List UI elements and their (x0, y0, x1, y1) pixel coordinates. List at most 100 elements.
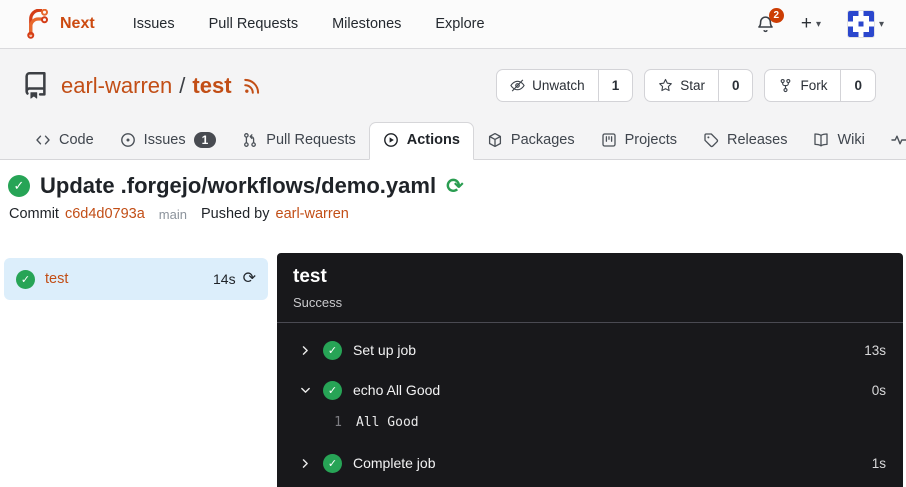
commit-line: Commit c6d4d0793a main Pushed by earl-wa… (9, 206, 906, 222)
branch-label: main (159, 207, 187, 222)
job-name: test (45, 271, 68, 287)
step-duration: 1s (872, 456, 886, 471)
user-menu[interactable]: ▾ (847, 10, 884, 38)
chevron-right-icon (299, 457, 312, 470)
job-duration: 14s (213, 271, 236, 287)
tag-icon (703, 132, 719, 148)
rerun-icon[interactable]: ⟳ (446, 176, 464, 197)
step-name: Complete job (353, 455, 436, 471)
nav-milestones[interactable]: Milestones (318, 8, 415, 40)
brand-label[interactable]: Next (60, 15, 95, 33)
pusher-link[interactable]: earl-warren (276, 206, 349, 222)
tab-packages[interactable]: Packages (474, 123, 588, 159)
refresh-icon[interactable]: ⟳ (243, 271, 256, 287)
log-line-text: All Good (356, 415, 419, 430)
forgejo-logo (22, 9, 52, 39)
nav-explore[interactable]: Explore (421, 8, 498, 40)
step-success-check-icon: ✓ (323, 341, 342, 360)
job-detail-name: test (293, 266, 887, 288)
code-icon (35, 132, 51, 148)
unwatch-button[interactable]: Unwatch (497, 70, 598, 101)
pull-request-icon (242, 132, 258, 148)
step-success-check-icon: ✓ (323, 381, 342, 400)
tab-code[interactable]: Code (22, 123, 107, 159)
tab-label: Actions (407, 132, 460, 148)
fork-button[interactable]: Fork (765, 70, 840, 101)
notifications-button[interactable]: 2 (756, 15, 775, 34)
rss-icon[interactable] (243, 77, 261, 95)
nav-pull-requests[interactable]: Pull Requests (195, 8, 312, 40)
avatar (847, 10, 875, 38)
chevron-right-icon (299, 344, 312, 357)
step-name: Set up job (353, 342, 416, 358)
issues-count-badge: 1 (194, 132, 217, 148)
job-success-check-icon: ✓ (16, 270, 35, 289)
tab-wiki[interactable]: Wiki (800, 123, 877, 159)
star-label: Star (680, 78, 705, 93)
run-title-row: ✓ Update .forgejo/workflows/demo.yaml ⟳ (8, 173, 906, 199)
job-list-item-test[interactable]: ✓ test 14s ⟳ (4, 258, 268, 300)
package-icon (487, 132, 503, 148)
create-new-menu[interactable]: + ▾ (801, 13, 821, 35)
plus-icon: + (801, 13, 812, 35)
breadcrumb-separator: / (179, 73, 185, 99)
job-steps: ✓ Set up job 13s ✓ echo All Good 0s 1 Al… (277, 323, 903, 483)
job-status: Success (293, 295, 887, 310)
step-setup-job[interactable]: ✓ Set up job 13s (277, 330, 903, 370)
step-success-check-icon: ✓ (323, 454, 342, 473)
tab-label: Wiki (837, 132, 864, 148)
forks-count[interactable]: 0 (840, 70, 875, 101)
fork-label: Fork (800, 78, 827, 93)
commit-label: Commit (9, 206, 59, 222)
repo-tabs: Code Issues 1 Pull Requests (0, 119, 906, 160)
tab-actions[interactable]: Actions (369, 122, 474, 160)
repo-header: earl-warren / test Unwatch 1 (0, 49, 906, 160)
step-complete-job[interactable]: ✓ Complete job 1s (277, 443, 903, 483)
actions-run-view: ✓ Update .forgejo/workflows/demo.yaml ⟳ … (0, 173, 906, 487)
unwatch-label: Unwatch (532, 78, 585, 93)
pushed-by-label: Pushed by (201, 206, 270, 222)
chevron-down-icon: ▾ (816, 19, 821, 30)
breadcrumb: earl-warren / test (61, 73, 261, 99)
top-navbar: Next Issues Pull Requests Milestones Exp… (0, 0, 906, 49)
project-icon (601, 132, 617, 148)
job-log-panel: test Success ✓ Set up job 13s ✓ (277, 253, 903, 487)
tab-label: Projects (625, 132, 677, 148)
tab-releases[interactable]: Releases (690, 123, 800, 159)
issue-icon (120, 132, 136, 148)
success-check-icon: ✓ (8, 175, 30, 197)
job-log-header: test Success (277, 253, 903, 323)
jobs-sidebar: ✓ test 14s ⟳ (0, 253, 277, 487)
step-duration: 13s (864, 343, 886, 358)
eye-slash-icon (510, 78, 525, 93)
log-line: 1 All Good (277, 410, 903, 434)
tab-issues[interactable]: Issues 1 (107, 123, 230, 159)
repo-icon (22, 72, 49, 99)
repo-name-link[interactable]: test (192, 73, 231, 99)
step-duration: 0s (872, 383, 886, 398)
tab-activity[interactable]: Activity (878, 123, 906, 159)
repo-owner-link[interactable]: earl-warren (61, 73, 172, 99)
watchers-count[interactable]: 1 (598, 70, 633, 101)
stars-count[interactable]: 0 (718, 70, 753, 101)
home-link[interactable]: Next (22, 9, 95, 39)
star-icon (658, 78, 673, 93)
tab-label: Issues (144, 132, 186, 148)
commit-sha-link[interactable]: c6d4d0793a (65, 206, 145, 222)
tab-pull-requests[interactable]: Pull Requests (229, 123, 368, 159)
chevron-down-icon: ▾ (879, 19, 884, 30)
wiki-book-icon (813, 132, 829, 148)
step-name: echo All Good (353, 382, 440, 398)
nav-issues[interactable]: Issues (119, 8, 189, 40)
play-circle-icon (383, 132, 399, 148)
fork-button-group: Fork 0 (764, 69, 876, 102)
star-button[interactable]: Star (645, 70, 718, 101)
tab-label: Releases (727, 132, 787, 148)
tab-projects[interactable]: Projects (588, 123, 690, 159)
activity-pulse-icon (891, 132, 906, 148)
tab-label: Pull Requests (266, 132, 355, 148)
tab-label: Packages (511, 132, 575, 148)
run-title: Update .forgejo/workflows/demo.yaml (40, 173, 436, 199)
step-echo-all-good[interactable]: ✓ echo All Good 0s (277, 370, 903, 410)
watch-button-group: Unwatch 1 (496, 69, 633, 102)
